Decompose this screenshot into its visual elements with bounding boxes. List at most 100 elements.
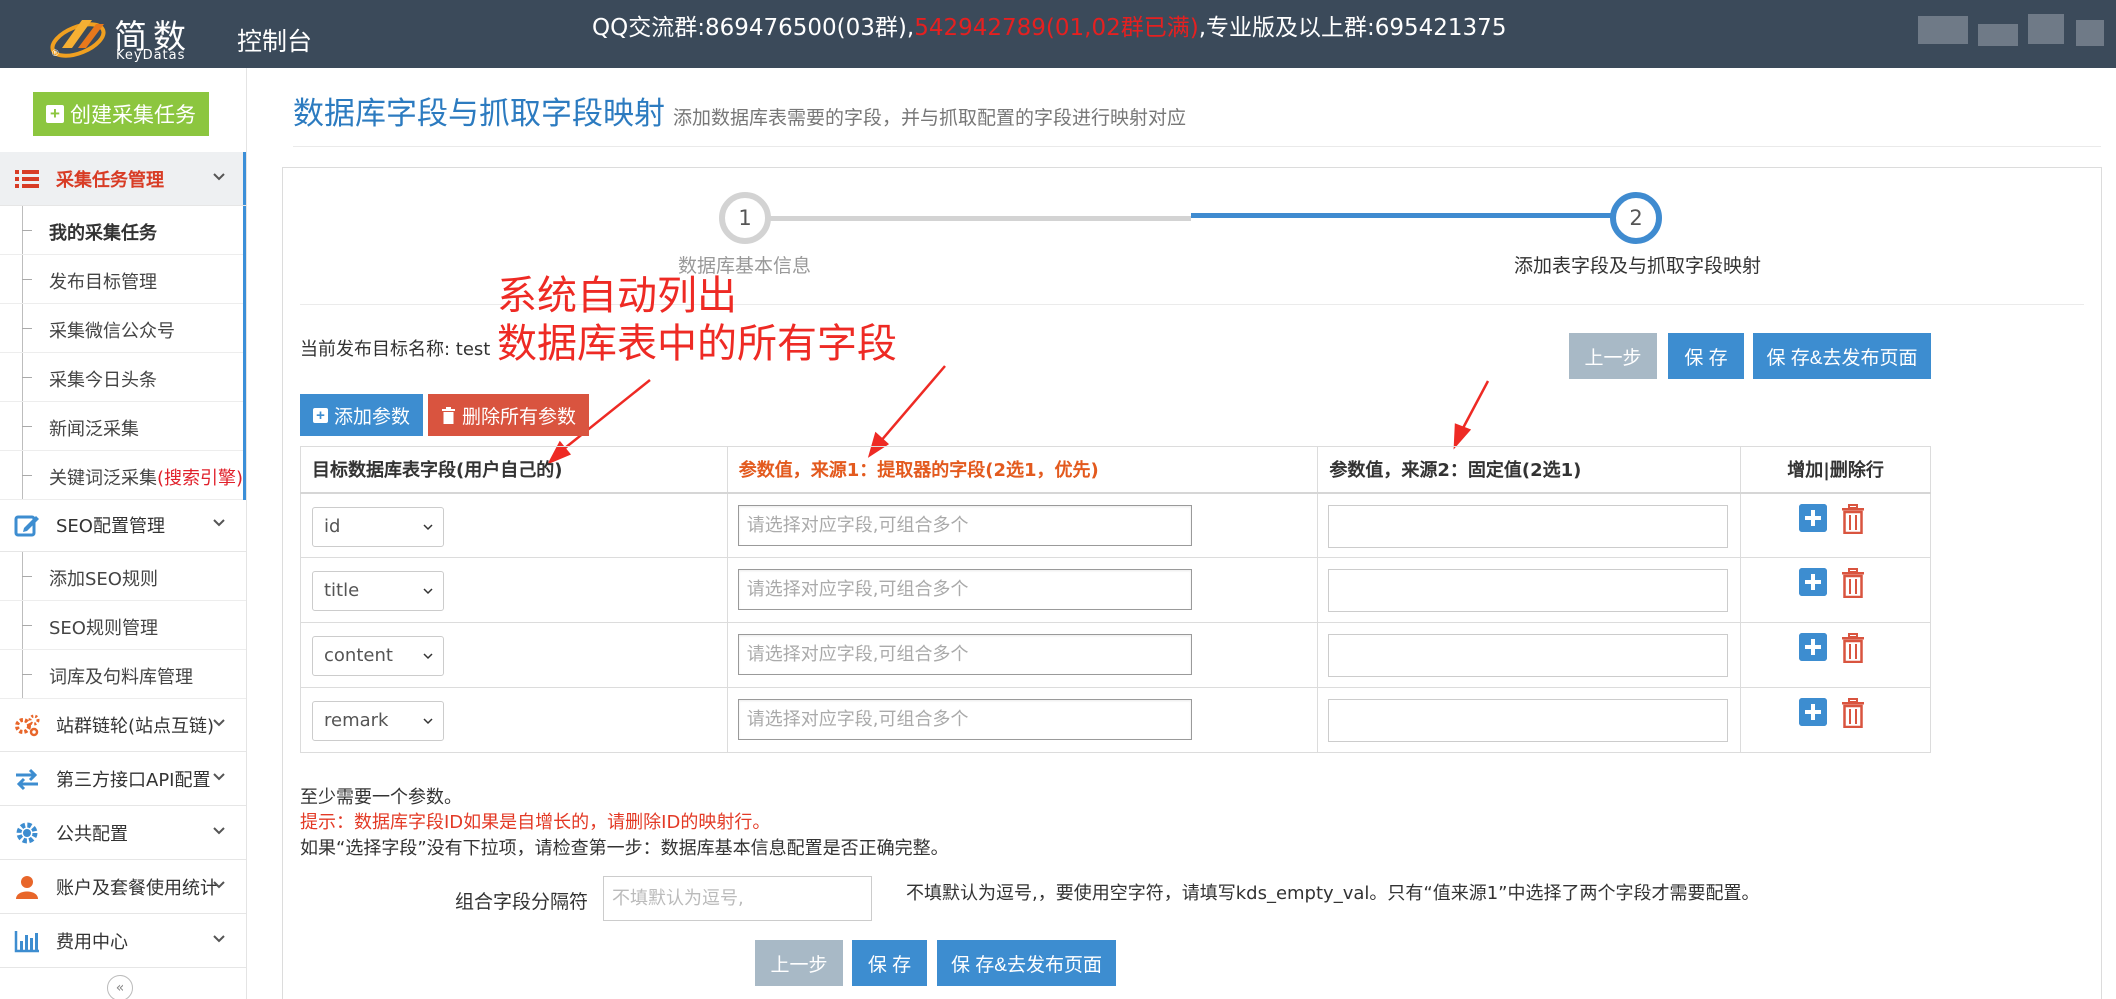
menu-public-config[interactable]: 公共配置 xyxy=(0,806,246,860)
delete-row-icon[interactable] xyxy=(1841,633,1865,663)
col-header-target-field: 目标数据库表字段(用户自己的) xyxy=(300,446,728,494)
delete-row-icon[interactable] xyxy=(1841,503,1865,534)
add-row-icon[interactable] xyxy=(1799,568,1828,596)
sidebar-item-toutiao[interactable]: 采集今日头条 xyxy=(0,353,246,402)
save-publish-button-top[interactable]: 保 存&去发布页面 xyxy=(1753,333,1931,379)
col-header-source-1: 参数值，来源1：提取器的字段(2选1，优先) xyxy=(726,446,1319,494)
menu-api-config-label: 第三方接口API配置 xyxy=(56,769,211,791)
separator-label: 组合字段分隔符 xyxy=(455,891,589,913)
fixed-value-input[interactable] xyxy=(1328,569,1729,612)
field-select[interactable]: content xyxy=(312,636,444,676)
table-row: title 请选择对应字段,可组合多个 xyxy=(300,557,1931,623)
menu-api-config[interactable]: 第三方接口API配置 xyxy=(0,752,246,806)
plus-square-icon: + xyxy=(312,407,328,423)
menu-billing-label: 费用中心 xyxy=(56,931,128,953)
publish-target-name: 当前发布目标名称: test xyxy=(300,339,491,360)
sidebar-item-wechat[interactable]: 采集微信公众号 xyxy=(0,304,246,353)
chevron-down-icon xyxy=(423,718,433,725)
save-publish-button[interactable]: 保 存&去发布页面 xyxy=(937,940,1116,986)
delete-all-params-label: 删除所有参数 xyxy=(461,406,576,428)
col-header-source-2: 参数值，来源2：固定值(2选1) xyxy=(1317,446,1742,494)
delete-row-icon[interactable] xyxy=(1841,568,1865,598)
menu-account-label: 账户及套餐使用统计 xyxy=(56,877,218,899)
chevron-down-icon xyxy=(423,588,433,595)
sidebar-item-keyword[interactable]: 关键词泛采集(搜索引擎) xyxy=(0,451,246,500)
task-submenu: 我的采集任务 发布目标管理 采集微信公众号 采集今日头条 新闻泛采集 关键词泛采… xyxy=(0,206,246,500)
chevron-down-icon xyxy=(423,653,433,660)
step-2-circle: 2 xyxy=(1610,192,1662,244)
prev-step-button[interactable]: 上一步 xyxy=(755,940,843,986)
chevron-down-icon xyxy=(213,935,225,943)
field-select[interactable]: remark xyxy=(312,701,444,741)
field-select[interactable]: id xyxy=(312,506,444,547)
menu-account[interactable]: 账户及套餐使用统计 xyxy=(0,860,246,914)
note-check-step-one: 如果“选择字段”没有下拉项，请检查第一步：数据库基本信息配置是否正确完整。 xyxy=(300,838,949,859)
add-row-icon[interactable] xyxy=(1799,633,1828,661)
separator-input[interactable]: 不填默认为逗号, xyxy=(603,876,872,921)
chevron-down-icon xyxy=(213,719,225,727)
table-header: 目标数据库表字段(用户自己的) 参数值，来源1：提取器的字段(2选1，优先) 参… xyxy=(300,446,1931,494)
chevron-down-icon xyxy=(213,827,225,835)
menu-seo[interactable]: SEO配置管理 xyxy=(0,498,246,552)
source-field-input[interactable]: 请选择对应字段,可组合多个 xyxy=(737,634,1192,675)
sidebar-item-thesaurus[interactable]: 词库及句料库管理 xyxy=(0,650,246,699)
add-row-icon[interactable] xyxy=(1799,698,1828,726)
bar-chart-icon xyxy=(14,931,39,953)
chevron-down-icon xyxy=(213,519,225,527)
add-param-button[interactable]: + 添加参数 xyxy=(300,394,423,436)
menu-site-cluster-label: 站群链轮(站点互链) xyxy=(56,715,215,737)
step-1-circle[interactable]: 1 xyxy=(719,192,771,244)
sidebar-item-my-tasks[interactable]: 我的采集任务 xyxy=(0,206,246,255)
col-header-row-actions: 增加|删除行 xyxy=(1740,446,1931,494)
source-field-input[interactable]: 请选择对应字段,可组合多个 xyxy=(737,569,1192,610)
sidebar-item-add-seo[interactable]: 添加SEO规则 xyxy=(0,552,246,601)
step-2-label: 添加表字段及与抓取字段映射 xyxy=(1514,255,1762,277)
chevron-down-icon xyxy=(213,773,225,781)
sidebar-item-news[interactable]: 新闻泛采集 xyxy=(0,402,246,451)
logo[interactable]: ® 简数 KeyDatas xyxy=(48,6,198,63)
annotation-text: 系统自动列出 数据库表中的所有字段 xyxy=(497,272,897,368)
sidebar-item-seo-rules[interactable]: SEO规则管理 xyxy=(0,601,246,650)
note-autoincrement-warning: 提示：数据库字段ID如果是自增长的，请删除ID的映射行。 xyxy=(300,812,771,833)
svg-text:®: ® xyxy=(52,48,59,58)
menu-site-cluster[interactable]: 站群链轮(站点互链) xyxy=(0,698,246,752)
chevron-down-icon xyxy=(213,881,225,889)
field-select[interactable]: title xyxy=(312,571,444,611)
fixed-value-input[interactable] xyxy=(1328,634,1729,677)
prev-step-button-top[interactable]: 上一步 xyxy=(1569,333,1657,379)
logo-icon: ® xyxy=(50,20,106,58)
delete-row-icon[interactable] xyxy=(1841,698,1865,728)
separator-help-text: 不填默认为逗号,，要使用空字符，请填写kds_empty_val。只有“值来源1… xyxy=(906,883,1760,904)
fixed-value-input[interactable] xyxy=(1328,699,1729,742)
fixed-value-input[interactable] xyxy=(1328,504,1729,548)
logo-subtitle: KeyDatas xyxy=(116,48,186,63)
page-subtitle: 添加数据库表需要的字段，并与抓取配置的字段进行映射对应 xyxy=(673,107,1187,129)
add-row-icon[interactable] xyxy=(1799,503,1828,532)
user-icon xyxy=(16,876,38,899)
save-button-top[interactable]: 保 存 xyxy=(1668,333,1744,379)
create-task-label: 创建采集任务 xyxy=(70,104,196,127)
save-button[interactable]: 保 存 xyxy=(852,940,927,986)
top-bar: ® 简数 KeyDatas 控制台 QQ交流群:869476500(03群),5… xyxy=(0,0,2116,68)
user-menu[interactable] xyxy=(1908,10,2108,60)
sidebar-collapse-button[interactable]: « xyxy=(107,975,133,999)
annotation-line-1: 系统自动列出 xyxy=(497,273,737,319)
console-link[interactable]: 控制台 xyxy=(237,22,312,58)
sidebar-item-publish-targets[interactable]: 发布目标管理 xyxy=(0,255,246,304)
qq-full-groups: 542942789(01,02群已满) xyxy=(914,15,1199,41)
table-row: content 请选择对应字段,可组合多个 xyxy=(300,622,1931,688)
menu-billing[interactable]: 费用中心 xyxy=(0,914,246,968)
qq-text: QQ交流群:869476500(03群), xyxy=(592,15,915,41)
note-min-params: 至少需要一个参数。 xyxy=(300,787,462,808)
source-field-input[interactable]: 请选择对应字段,可组合多个 xyxy=(737,504,1192,546)
table-row: id 请选择对应字段,可组合多个 xyxy=(300,492,1931,558)
source-field-input[interactable]: 请选择对应字段,可组合多个 xyxy=(737,699,1192,740)
list-icon xyxy=(15,170,39,188)
create-task-button[interactable]: + 创建采集任务 xyxy=(33,92,209,136)
trash-icon xyxy=(441,406,455,424)
delete-all-params-button[interactable]: 删除所有参数 xyxy=(428,394,589,436)
table-row: remark 请选择对应字段,可组合多个 xyxy=(300,687,1931,753)
sidebar: + 创建采集任务 采集任务管理 我的采集任务 发布目标管理 采集微信公众号 采集… xyxy=(0,68,247,999)
edit-icon xyxy=(14,515,39,537)
menu-task-management[interactable]: 采集任务管理 xyxy=(0,152,246,206)
